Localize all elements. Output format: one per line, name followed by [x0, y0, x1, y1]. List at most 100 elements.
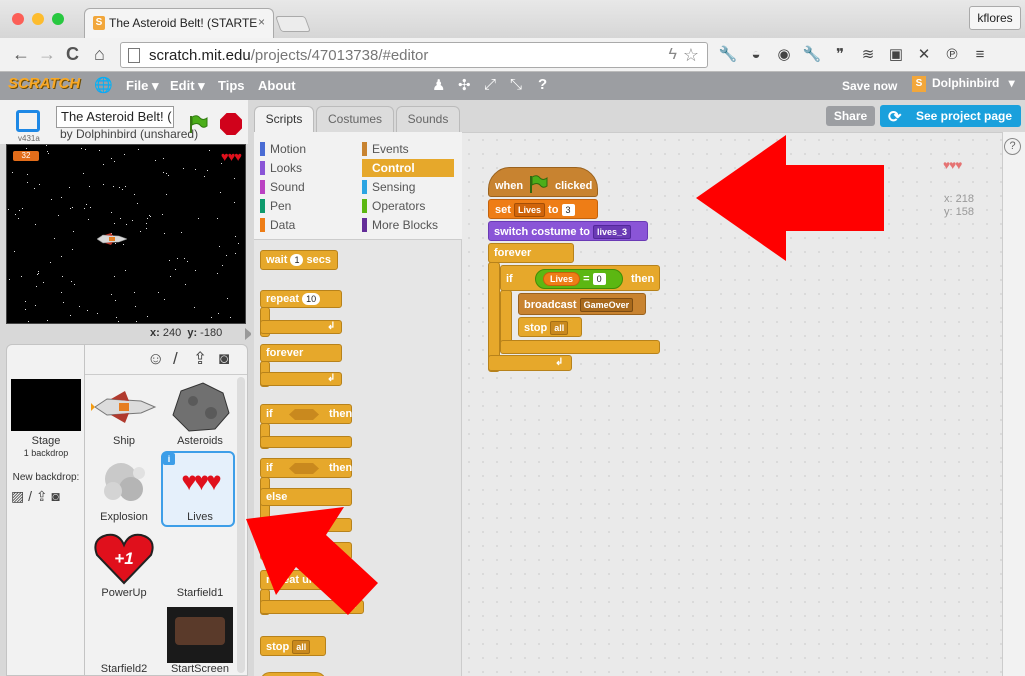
if-then-block[interactable]: if then	[260, 404, 352, 424]
sprite-tile[interactable]: Ship	[87, 377, 161, 453]
mask-icon[interactable]: ◉	[774, 46, 794, 64]
back-icon[interactable]: ←	[12, 44, 30, 65]
stop-block[interactable]: stop all	[518, 317, 582, 337]
block-input[interactable]: 10	[302, 293, 321, 305]
presentation-mode-icon[interactable]	[16, 110, 40, 132]
cut-tool-icon[interactable]: ✣	[458, 76, 471, 94]
block-help-icon[interactable]: ?	[538, 76, 547, 93]
scratch-logo[interactable]: SCRATCH	[8, 75, 80, 92]
partial-block[interactable]	[260, 672, 326, 676]
condition-slot[interactable]	[289, 409, 319, 420]
tab-scripts[interactable]: Scripts	[254, 106, 314, 132]
broadcast-block[interactable]: broadcast GameOver	[518, 293, 646, 315]
switch-costume-block[interactable]: switch costume to lives_3	[488, 221, 648, 241]
globe-icon[interactable]: 🌐	[94, 76, 113, 94]
variable-dropdown[interactable]: Lives	[513, 203, 545, 217]
category-data[interactable]: Data	[260, 216, 352, 234]
bolt-icon[interactable]: ϟ	[669, 46, 677, 64]
tips-link[interactable]: Tips	[218, 78, 245, 93]
layers-icon[interactable]: ≋	[858, 46, 878, 64]
paint-sprite-icon[interactable]: /	[173, 349, 178, 369]
tab-sounds[interactable]: Sounds	[396, 106, 460, 132]
sprite-tile[interactable]: +1 PowerUp	[87, 529, 161, 605]
category-pen[interactable]: Pen	[260, 197, 352, 215]
pocket-icon[interactable]: ◒	[746, 46, 766, 64]
wrench-icon[interactable]: 🔧	[802, 46, 822, 64]
when-flag-clicked-block[interactable]: when clicked	[488, 167, 598, 197]
hangouts-icon[interactable]: ❞	[830, 46, 850, 64]
set-variable-block[interactable]: set Lives to 3	[488, 199, 598, 219]
menu-icon[interactable]: ≡	[970, 46, 990, 64]
if-then-block[interactable]: if Lives = 0 then	[500, 265, 660, 291]
forward-icon[interactable]: →	[38, 44, 56, 65]
stage-size-toggle-icon[interactable]	[245, 328, 253, 340]
wrench-icon[interactable]: 🔧	[718, 46, 738, 64]
shrink-tool-icon[interactable]: ⤡	[510, 76, 522, 93]
sprite-tile[interactable]: Asteroids	[163, 377, 237, 453]
edit-menu[interactable]: Edit ▾	[170, 78, 205, 94]
sprite-tile[interactable]: StartScreen	[163, 605, 237, 676]
home-icon[interactable]: ⌂	[94, 44, 105, 65]
share-button[interactable]: Share	[826, 106, 875, 126]
sprite-tile[interactable]: Starfield2	[87, 605, 161, 676]
bookmark-star-icon[interactable]: ☆	[683, 45, 699, 66]
pinterest-icon[interactable]: ℗	[942, 46, 962, 64]
project-title-input[interactable]: The Asteroid Belt! (	[56, 106, 174, 128]
green-flag-icon[interactable]	[188, 114, 208, 134]
scratch-user-menu[interactable]: S Dolphinbird ▾	[912, 76, 1015, 92]
kaltura-icon[interactable]: ✕	[914, 46, 934, 64]
upload-sprite-icon[interactable]: ⇪	[193, 349, 207, 369]
zoom-window-button[interactable]	[52, 13, 64, 25]
tab-close-icon[interactable]: ×	[258, 15, 265, 29]
window-icon[interactable]: ▣	[886, 46, 906, 64]
new-tab-button[interactable]	[275, 16, 311, 32]
stop-dropdown[interactable]: all	[550, 321, 569, 335]
block-dropdown[interactable]: all	[292, 640, 311, 654]
see-project-page-button[interactable]: ⟳ See project page	[880, 105, 1021, 127]
stop-sign-icon[interactable]	[220, 113, 242, 135]
condition-slot[interactable]	[289, 463, 319, 474]
about-link[interactable]: About	[258, 78, 296, 93]
sprite-tile[interactable]: Explosion	[87, 453, 161, 529]
reload-icon[interactable]: C	[66, 44, 79, 65]
file-menu[interactable]: File ▾	[126, 78, 159, 94]
tab-costumes[interactable]: Costumes	[316, 106, 394, 132]
stage-canvas[interactable]: 32 ♥♥♥	[6, 144, 246, 324]
grow-tool-icon[interactable]: ⤢	[484, 76, 496, 93]
block-input[interactable]: 3	[561, 204, 575, 216]
category-looks[interactable]: Looks	[260, 159, 352, 177]
choose-sprite-library-icon[interactable]: ☺	[147, 349, 164, 369]
repeat-block[interactable]: repeat 10	[260, 290, 342, 308]
category-sound[interactable]: Sound	[260, 178, 352, 196]
stop-block[interactable]: stop all	[260, 636, 326, 656]
close-window-button[interactable]	[12, 13, 24, 25]
url-text[interactable]: scratch.mit.edu/projects/47013738/#edito…	[149, 47, 428, 64]
block-input[interactable]: 0	[592, 273, 606, 285]
variable-reporter[interactable]: Lives	[543, 272, 581, 286]
help-icon[interactable]: ?	[1004, 138, 1021, 155]
browser-user-button[interactable]: kflores	[969, 6, 1021, 30]
address-bar[interactable]: scratch.mit.edu/projects/47013738/#edito…	[120, 42, 708, 68]
category-events[interactable]: Events	[362, 140, 454, 158]
forever-block[interactable]: forever	[260, 344, 342, 362]
costume-dropdown[interactable]: lives_3	[593, 225, 632, 239]
camera-sprite-icon[interactable]: ◙	[219, 349, 229, 369]
if-else-block[interactable]: if then	[260, 458, 352, 478]
sprite-tile[interactable]: Starfield1	[163, 529, 237, 605]
message-dropdown[interactable]: GameOver	[579, 298, 634, 312]
category-motion[interactable]: Motion	[260, 140, 352, 158]
browser-tab[interactable]: S The Asteroid Belt! (STARTE ×	[84, 8, 274, 38]
minimize-window-button[interactable]	[32, 13, 44, 25]
wait-block[interactable]: wait 1 secs	[260, 250, 338, 270]
category-control[interactable]: Control	[362, 159, 454, 177]
block-input[interactable]: 1	[290, 254, 304, 266]
duplicate-tool-icon[interactable]: ♟	[432, 76, 445, 94]
save-now-button[interactable]: Save now	[842, 79, 897, 93]
forever-block[interactable]: forever	[488, 243, 574, 263]
category-operators[interactable]: Operators	[362, 197, 454, 215]
new-backdrop-tools[interactable]: ▨ / ⇪ ◙	[11, 488, 60, 505]
category-sensing[interactable]: Sensing	[362, 178, 454, 196]
ship-sprite[interactable]	[97, 233, 127, 245]
category-more-blocks[interactable]: More Blocks	[362, 216, 454, 234]
sprite-tile-selected[interactable]: i ♥♥♥ Lives	[161, 451, 235, 527]
